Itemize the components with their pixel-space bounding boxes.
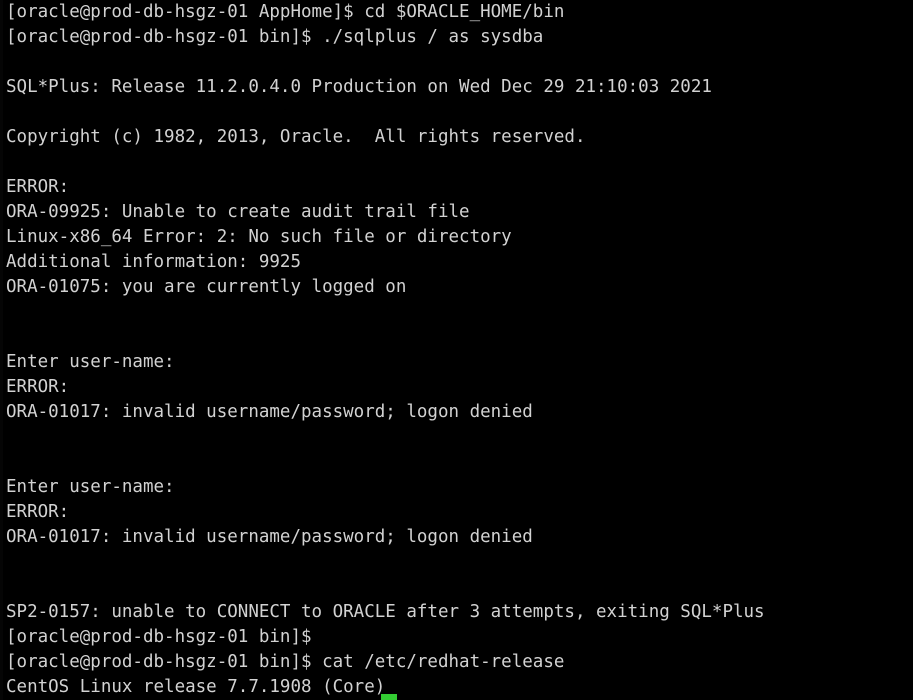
- terminal-line-l03: [6, 50, 913, 75]
- terminal-line-l09: ORA-09925: Unable to create audit trail …: [6, 202, 470, 222]
- terminal-line-l22: ORA-01017: invalid username/password; lo…: [6, 527, 533, 547]
- terminal-line-l26: [oracle@prod-db-hsgz-01 bin]$: [6, 627, 312, 647]
- terminal-line-l05: [6, 100, 913, 125]
- terminal-cursor: [381, 694, 397, 700]
- terminal-line-l01: [oracle@prod-db-hsgz-01 AppHome]$ cd $OR…: [6, 2, 565, 22]
- terminal-line-l28: CentOS Linux release 7.7.1908 (Core): [6, 677, 386, 697]
- terminal-line-l02: [oracle@prod-db-hsgz-01 bin]$ ./sqlplus …: [6, 27, 544, 47]
- terminal-line-l17: ORA-01017: invalid username/password; lo…: [6, 402, 533, 422]
- terminal-screen-buffer[interactable]: [oracle@prod-db-hsgz-01 AppHome]$ cd $OR…: [6, 0, 913, 700]
- terminal-line-l04: SQL*Plus: Release 11.2.0.4.0 Production …: [6, 77, 712, 97]
- terminal-line-l08: ERROR:: [6, 177, 70, 197]
- terminal-line-l12: ORA-01075: you are currently logged on: [6, 277, 407, 297]
- terminal-line-l21: ERROR:: [6, 502, 70, 522]
- terminal-window[interactable]: [oracle@prod-db-hsgz-01 AppHome]$ cd $OR…: [0, 0, 913, 700]
- terminal-line-l10: Linux-x86_64 Error: 2: No such file or d…: [6, 227, 512, 247]
- terminal-line-l13: [6, 300, 913, 325]
- terminal-line-l27: [oracle@prod-db-hsgz-01 bin]$ cat /etc/r…: [6, 652, 565, 672]
- terminal-line-l24: [6, 575, 913, 600]
- terminal-line-l18: [6, 425, 913, 450]
- terminal-line-l23: [6, 550, 913, 575]
- terminal-line-l06: Copyright (c) 1982, 2013, Oracle. All ri…: [6, 127, 586, 147]
- terminal-line-l16: ERROR:: [6, 377, 70, 397]
- terminal-left-gutter: [0, 0, 3, 700]
- terminal-line-l15: Enter user-name:: [6, 352, 175, 372]
- terminal-line-l25: SP2-0157: unable to CONNECT to ORACLE af…: [6, 602, 765, 622]
- terminal-line-l07: [6, 150, 913, 175]
- terminal-line-l11: Additional information: 9925: [6, 252, 302, 272]
- terminal-line-l14: [6, 325, 913, 350]
- terminal-line-l19: [6, 450, 913, 475]
- terminal-line-l20: Enter user-name:: [6, 477, 175, 497]
